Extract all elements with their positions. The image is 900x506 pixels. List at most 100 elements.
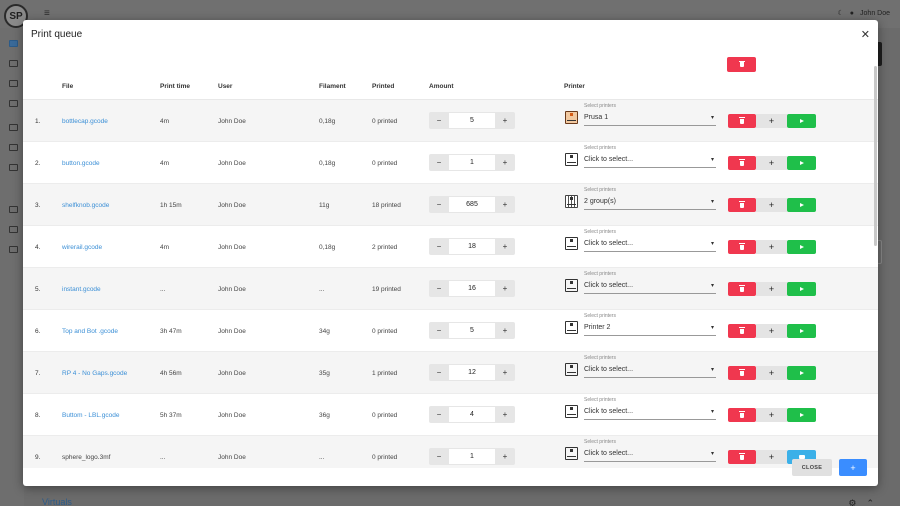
amount-stepper[interactable]: −685 + xyxy=(429,196,515,213)
sidebar-files-icon[interactable] xyxy=(9,60,18,67)
printer-select[interactable]: 2 group(s) xyxy=(584,198,616,205)
decrement-button[interactable]: − xyxy=(429,238,449,255)
increment-button[interactable]: + xyxy=(495,322,515,339)
printer-select[interactable]: Click to select... xyxy=(584,240,633,247)
printer-select[interactable]: Prusa 1 xyxy=(584,114,608,121)
amount-stepper[interactable]: −4 + xyxy=(429,406,515,423)
amount-stepper[interactable]: −16 + xyxy=(429,280,515,297)
close-icon[interactable]: ✕ xyxy=(861,28,870,41)
amount-stepper[interactable]: −5 + xyxy=(429,322,515,339)
amount-stepper[interactable]: −1 + xyxy=(429,154,515,171)
file-name[interactable]: Buttom - LBL.gcode xyxy=(62,412,119,419)
sidebar-filament-icon[interactable] xyxy=(9,124,18,131)
caret-down-icon[interactable]: ▾ xyxy=(711,366,714,373)
increment-button[interactable]: + xyxy=(495,406,515,423)
close-button[interactable]: CLOSE xyxy=(792,459,832,476)
menu-icon[interactable]: ≡ xyxy=(44,8,50,19)
print-button[interactable] xyxy=(787,240,816,254)
chevron-up-icon[interactable]: ⌃ xyxy=(866,498,874,506)
decrement-button[interactable]: − xyxy=(429,196,449,213)
caret-down-icon[interactable]: ▾ xyxy=(711,198,714,205)
file-name[interactable]: RP 4 - No Gaps.gcode xyxy=(62,370,127,377)
sidebar-users-icon[interactable] xyxy=(9,226,18,233)
file-name[interactable]: wirerail.gcode xyxy=(62,244,102,251)
caret-down-icon[interactable]: ▾ xyxy=(711,282,714,289)
table-row: 2. button.gcode 4m John Doe 0,18g 0 printed −1… xyxy=(23,142,878,184)
delete-button[interactable] xyxy=(728,240,756,254)
delete-button[interactable] xyxy=(728,114,756,128)
increment-button[interactable]: + xyxy=(495,154,515,171)
print-button[interactable] xyxy=(787,282,816,296)
amount-input[interactable]: 12 xyxy=(449,365,495,380)
amount-stepper[interactable]: −18 + xyxy=(429,238,515,255)
caret-down-icon[interactable]: ▾ xyxy=(711,114,714,121)
increment-button[interactable]: + xyxy=(495,280,515,297)
caret-down-icon[interactable]: ▾ xyxy=(711,324,714,331)
print-button[interactable] xyxy=(787,114,816,128)
sidebar-code-icon[interactable] xyxy=(9,164,18,171)
file-name[interactable]: instant.gcode xyxy=(62,286,101,293)
user-area[interactable]: ☾ ● John Doe xyxy=(838,9,890,18)
amount-input[interactable]: 18 xyxy=(449,239,495,254)
gear-icon[interactable]: ⚙ xyxy=(848,498,856,506)
add-to-queue-button[interactable]: + xyxy=(839,459,867,476)
amount-input[interactable]: 685 xyxy=(449,197,495,212)
delete-button[interactable] xyxy=(728,198,756,212)
add-copy-button[interactable]: + xyxy=(756,156,787,170)
printer-select[interactable]: Click to select... xyxy=(584,366,633,373)
amount-input[interactable]: 16 xyxy=(449,281,495,296)
print-button[interactable] xyxy=(787,408,816,422)
delete-button[interactable] xyxy=(728,282,756,296)
add-copy-button[interactable]: + xyxy=(756,324,787,338)
caret-down-icon[interactable]: ▾ xyxy=(711,240,714,247)
amount-input[interactable]: 5 xyxy=(449,113,495,128)
file-name[interactable]: Top and Bot .gcode xyxy=(62,328,118,335)
file-name[interactable]: shelfknob.gcode xyxy=(62,202,109,209)
delete-button[interactable] xyxy=(728,156,756,170)
scrollbar[interactable] xyxy=(874,66,877,246)
delete-button[interactable] xyxy=(728,324,756,338)
printer-select[interactable]: Click to select... xyxy=(584,408,633,415)
print-button[interactable] xyxy=(787,324,816,338)
add-copy-button[interactable]: + xyxy=(756,408,787,422)
print-button[interactable] xyxy=(787,156,816,170)
sidebar-stats-icon[interactable] xyxy=(9,80,18,87)
print-button[interactable] xyxy=(787,366,816,380)
amount-input[interactable]: 1 xyxy=(449,155,495,170)
decrement-button[interactable]: − xyxy=(429,112,449,129)
sidebar-settings-icon[interactable] xyxy=(9,206,18,213)
theme-toggle-icon[interactable]: ☾ xyxy=(838,9,844,17)
add-copy-button[interactable]: + xyxy=(756,198,787,212)
decrement-button[interactable]: − xyxy=(429,280,449,297)
amount-input[interactable]: 4 xyxy=(449,407,495,422)
increment-button[interactable]: + xyxy=(495,112,515,129)
sidebar-printers-icon[interactable] xyxy=(9,40,18,47)
increment-button[interactable]: + xyxy=(495,238,515,255)
sidebar-history-icon[interactable] xyxy=(9,100,18,107)
printer-select[interactable]: Click to select... xyxy=(584,156,633,163)
decrement-button[interactable]: − xyxy=(429,364,449,381)
sidebar-add-icon[interactable] xyxy=(9,246,18,253)
delete-button[interactable] xyxy=(728,366,756,380)
amount-stepper[interactable]: −12 + xyxy=(429,364,515,381)
decrement-button[interactable]: − xyxy=(429,322,449,339)
increment-button[interactable]: + xyxy=(495,364,515,381)
printer-select[interactable]: Click to select... xyxy=(584,282,633,289)
amount-input[interactable]: 5 xyxy=(449,323,495,338)
add-copy-button[interactable]: + xyxy=(756,114,787,128)
printer-select[interactable]: Printer 2 xyxy=(584,324,610,331)
file-name[interactable]: bottlecap.gcode xyxy=(62,118,108,125)
print-button[interactable] xyxy=(787,198,816,212)
decrement-button[interactable]: − xyxy=(429,154,449,171)
caret-down-icon[interactable]: ▾ xyxy=(711,156,714,163)
add-copy-button[interactable]: + xyxy=(756,282,787,296)
increment-button[interactable]: + xyxy=(495,196,515,213)
add-copy-button[interactable]: + xyxy=(756,240,787,254)
delete-button[interactable] xyxy=(728,408,756,422)
add-copy-button[interactable]: + xyxy=(756,366,787,380)
sidebar-box-icon[interactable] xyxy=(9,144,18,151)
file-name[interactable]: button.gcode xyxy=(62,160,100,167)
amount-stepper[interactable]: −5 + xyxy=(429,112,515,129)
caret-down-icon[interactable]: ▾ xyxy=(711,408,714,415)
decrement-button[interactable]: − xyxy=(429,406,449,423)
